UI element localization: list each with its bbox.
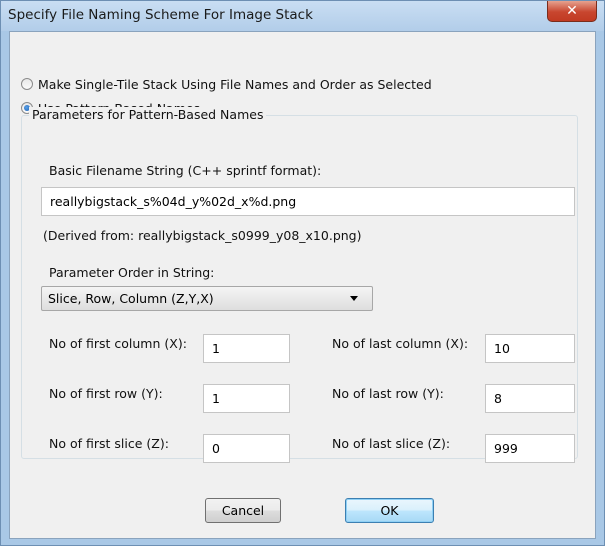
first-column-label: No of first column (X):: [49, 336, 187, 351]
first-row-label: No of first row (Y):: [49, 386, 163, 401]
dialog-window: Specify File Naming Scheme For Image Sta…: [0, 0, 605, 546]
cancel-button[interactable]: Cancel: [205, 498, 281, 523]
last-slice-input[interactable]: 999: [485, 434, 575, 463]
last-column-input[interactable]: 10: [485, 334, 575, 363]
ok-button[interactable]: OK: [345, 498, 434, 523]
close-icon: ✕: [566, 3, 578, 19]
first-slice-label: No of first slice (Z):: [49, 436, 169, 451]
radio-circle[interactable]: [21, 78, 33, 90]
derived-from-text: (Derived from: reallybigstack_s0999_y08_…: [43, 228, 362, 243]
close-button[interactable]: ✕: [547, 1, 597, 22]
title-bar[interactable]: Specify File Naming Scheme For Image Sta…: [1, 1, 604, 31]
last-row-label: No of last row (Y):: [332, 386, 444, 401]
parameter-order-select[interactable]: Slice, Row, Column (Z,Y,X): [41, 286, 373, 311]
select-value: Slice, Row, Column (Z,Y,X): [48, 291, 214, 306]
last-column-label: No of last column (X):: [332, 336, 469, 351]
first-row-input[interactable]: 1: [203, 384, 290, 413]
last-row-input[interactable]: 8: [485, 384, 575, 413]
window-title: Specify File Naming Scheme For Image Sta…: [8, 7, 313, 23]
radio-label: Make Single-Tile Stack Using File Names …: [38, 76, 432, 92]
chevron-down-icon: [350, 296, 358, 301]
filename-label: Basic Filename String (C++ sprintf forma…: [49, 163, 322, 178]
groupbox-title: Parameters for Pattern-Based Names: [29, 107, 267, 122]
order-label: Parameter Order in String:: [49, 265, 215, 280]
first-column-input[interactable]: 1: [203, 334, 290, 363]
last-slice-label: No of last slice (Z):: [332, 436, 451, 451]
first-slice-input[interactable]: 0: [203, 434, 290, 463]
filename-input[interactable]: reallybigstack_s%04d_y%02d_x%d.png: [41, 187, 575, 216]
radio-single-tile[interactable]: Make Single-Tile Stack Using File Names …: [21, 75, 432, 93]
